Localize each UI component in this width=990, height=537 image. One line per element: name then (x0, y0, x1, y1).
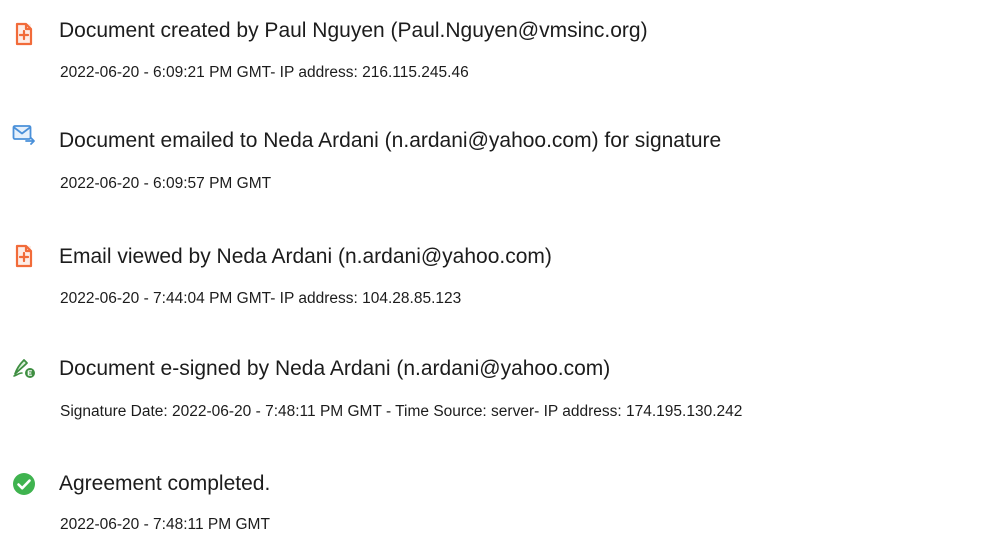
document-created-icon (12, 22, 36, 46)
event-title: Document emailed to Neda Ardani (n.ardan… (59, 129, 722, 152)
event-title: Document e-signed by Neda Ardani (n.arda… (59, 357, 611, 380)
event-detail: 2022-06-20 - 6:09:57 PM GMT (60, 175, 272, 192)
event-detail: 2022-06-20 - 7:48:11 PM GMT (60, 516, 270, 533)
event-title: Email viewed by Neda Ardani (n.ardani@ya… (59, 245, 552, 268)
event-title: Document created by Paul Nguyen (Paul.Ng… (59, 19, 648, 42)
event-detail: 2022-06-20 - 7:44:04 PM GMT- IP address:… (60, 290, 462, 307)
e-signature-icon (12, 355, 36, 379)
email-viewed-icon (12, 244, 36, 268)
event-detail: Signature Date: 2022-06-20 - 7:48:11 PM … (60, 403, 743, 420)
email-sent-icon (12, 122, 36, 146)
event-title: Agreement completed. (59, 472, 271, 495)
checkmark-circle-icon (12, 472, 36, 496)
event-detail: 2022-06-20 - 6:09:21 PM GMT- IP address:… (60, 64, 469, 81)
